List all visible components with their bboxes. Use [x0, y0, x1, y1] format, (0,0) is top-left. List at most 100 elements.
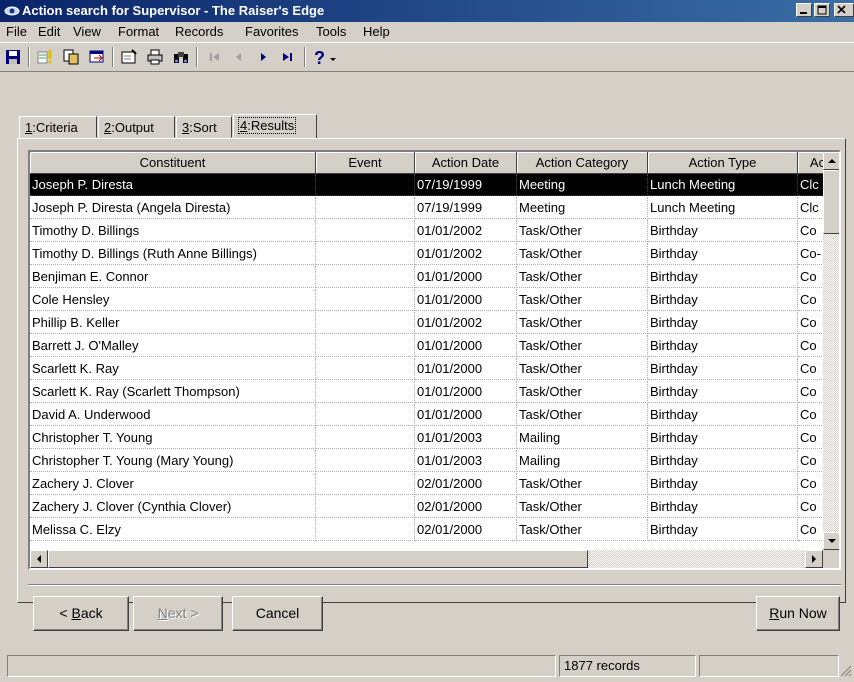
save-button[interactable] — [2, 46, 25, 68]
toolbar-separator — [196, 47, 198, 67]
column-header-action-status[interactable]: Ac — [798, 152, 823, 174]
cancel-button[interactable]: Cancel — [232, 596, 323, 631]
table-row[interactable]: Christopher T. Young 01/01/2003 Mailing Bir… — [30, 427, 823, 449]
scroll-left-button[interactable] — [30, 550, 48, 568]
table-row[interactable]: Timothy D. Billings (Ruth Anne Billings)… — [30, 243, 823, 265]
table-row[interactable]: Zachery J. Clover 02/01/2000 Task/Other Bir… — [30, 473, 823, 495]
cell-event — [316, 519, 415, 541]
table-row[interactable]: Cole Hensley 01/01/2000 Task/Other Birthday… — [30, 289, 823, 311]
column-header-event[interactable]: Event — [316, 152, 415, 174]
next-button[interactable]: Next > — [133, 596, 223, 631]
menu-favorites[interactable]: Favorites — [245, 24, 298, 39]
column-header-action-type[interactable]: Action Type — [648, 152, 798, 174]
vertical-scrollbar[interactable] — [823, 152, 839, 550]
export-button[interactable] — [86, 46, 109, 68]
menu-tools[interactable]: Tools — [316, 24, 346, 39]
back-button-accel: B — [71, 605, 81, 621]
table-row[interactable]: Joseph P. Diresta (Angela Diresta) 07/19/… — [30, 197, 823, 219]
table-row[interactable]: Scarlett K. Ray (Scarlett Thompson) 01/01… — [30, 381, 823, 403]
record-count: 1877 records — [559, 655, 696, 677]
run-now-button[interactable]: Run Now — [756, 596, 840, 631]
scroll-right-button[interactable] — [805, 550, 823, 568]
cell-action-status: Co — [798, 427, 823, 449]
toolbar-separator — [304, 47, 306, 67]
minimize-button[interactable] — [796, 3, 812, 17]
arrow-down-icon — [828, 539, 836, 543]
cell-constituent: Christopher T. Young (Mary Young) — [30, 450, 316, 472]
tab-results-label: :Results — [247, 118, 295, 133]
properties-button[interactable] — [118, 46, 141, 68]
tab-output[interactable]: 2:Output — [98, 116, 175, 138]
status-bar: 1877 records — [0, 651, 854, 682]
next-record-button[interactable] — [252, 46, 275, 68]
cell-action-type: Lunch Meeting — [648, 174, 798, 196]
results-grid[interactable]: Constituent Event Action Date Action Cat… — [28, 150, 841, 570]
table-row[interactable]: Scarlett K. Ray 01/01/2000 Task/Other Birth… — [30, 358, 823, 380]
cell-action-type: Birthday — [648, 427, 798, 449]
scroll-up-button[interactable] — [823, 152, 839, 170]
export-icon — [89, 50, 104, 63]
cell-action-category: Task/Other — [517, 358, 648, 380]
cell-action-category: Meeting — [517, 174, 648, 196]
table-row[interactable]: Benjiman E. Connor 01/01/2000 Task/Other Bi… — [30, 266, 823, 288]
tab-criteria-label: :Criteria — [32, 120, 78, 135]
cell-action-category: Task/Other — [517, 243, 648, 265]
new-query-button[interactable] — [34, 46, 57, 68]
table-row[interactable]: Barrett J. O'Malley 01/01/2000 Task/Other B… — [30, 335, 823, 357]
cell-action-date: 02/01/2000 — [415, 496, 517, 518]
table-row[interactable]: Joseph P. Diresta 07/19/1999 Meeting Lunch … — [30, 174, 823, 196]
previous-record-button[interactable] — [228, 46, 251, 68]
menu-view[interactable]: View — [73, 24, 101, 39]
close-button[interactable] — [834, 3, 854, 17]
vertical-scroll-thumb[interactable] — [823, 170, 839, 234]
table-row[interactable]: Zachery J. Clover (Cynthia Clover) 02/01/… — [30, 496, 823, 518]
cell-action-status: Co — [798, 519, 823, 541]
button-divider — [28, 584, 841, 586]
table-row[interactable]: Phillip B. Keller 01/01/2002 Task/Other Bir… — [30, 312, 823, 334]
cell-action-type: Birthday — [648, 312, 798, 334]
back-button-rest: ack — [80, 605, 103, 621]
column-header-action-date[interactable]: Action Date — [415, 152, 517, 174]
cell-event — [316, 404, 415, 426]
scroll-down-button[interactable] — [823, 532, 839, 550]
help-button[interactable]: ? — [310, 46, 342, 68]
tab-criteria[interactable]: 1:Criteria — [19, 116, 97, 138]
next-button-rest: ext > — [167, 605, 199, 621]
column-header-action-category[interactable]: Action Category — [517, 152, 648, 174]
save-icon — [6, 50, 20, 64]
menu-file[interactable]: File — [6, 24, 27, 39]
table-row[interactable]: David A. Underwood 01/01/2000 Task/Other Bi… — [30, 404, 823, 426]
column-header-constituent[interactable]: Constituent — [30, 152, 316, 174]
maximize-button[interactable] — [814, 3, 830, 17]
minimize-icon — [800, 12, 807, 14]
maximize-icon — [817, 5, 827, 15]
menu-edit[interactable]: Edit — [38, 24, 60, 39]
cell-action-category: Task/Other — [517, 220, 648, 242]
arrow-left-icon — [37, 555, 41, 563]
cell-constituent: Timothy D. Billings (Ruth Anne Billings) — [30, 243, 316, 265]
back-button[interactable]: < Back — [33, 596, 129, 631]
copy-button[interactable] — [60, 46, 83, 68]
title-bar[interactable]: Action search for Supervisor - The Raise… — [0, 0, 854, 22]
menu-format[interactable]: Format — [118, 24, 159, 39]
horizontal-scrollbar[interactable] — [30, 550, 823, 568]
menu-help[interactable]: Help — [363, 24, 390, 39]
table-row[interactable]: Timothy D. Billings 01/01/2002 Task/Other B… — [30, 220, 823, 242]
print-button[interactable] — [144, 46, 167, 68]
table-row[interactable]: Melissa C. Elzy 02/01/2000 Task/Other Birth… — [30, 519, 823, 541]
tab-sort[interactable]: 3:Sort — [176, 116, 232, 138]
tab-results[interactable]: 4:Results — [233, 114, 317, 139]
horizontal-scroll-thumb[interactable] — [48, 550, 588, 568]
arrow-right-icon — [812, 555, 816, 563]
cell-action-type: Birthday — [648, 381, 798, 403]
table-row[interactable]: Christopher T. Young (Mary Young) 01/01/2… — [30, 450, 823, 472]
cell-action-status: Co — [798, 312, 823, 334]
menu-records[interactable]: Records — [175, 24, 223, 39]
find-button[interactable] — [170, 46, 193, 68]
last-record-button[interactable] — [276, 46, 299, 68]
previous-record-icon — [236, 53, 241, 61]
cell-event — [316, 220, 415, 242]
cell-action-date: 01/01/2002 — [415, 312, 517, 334]
resize-grip-icon[interactable] — [840, 665, 852, 677]
first-record-button[interactable] — [204, 46, 227, 68]
